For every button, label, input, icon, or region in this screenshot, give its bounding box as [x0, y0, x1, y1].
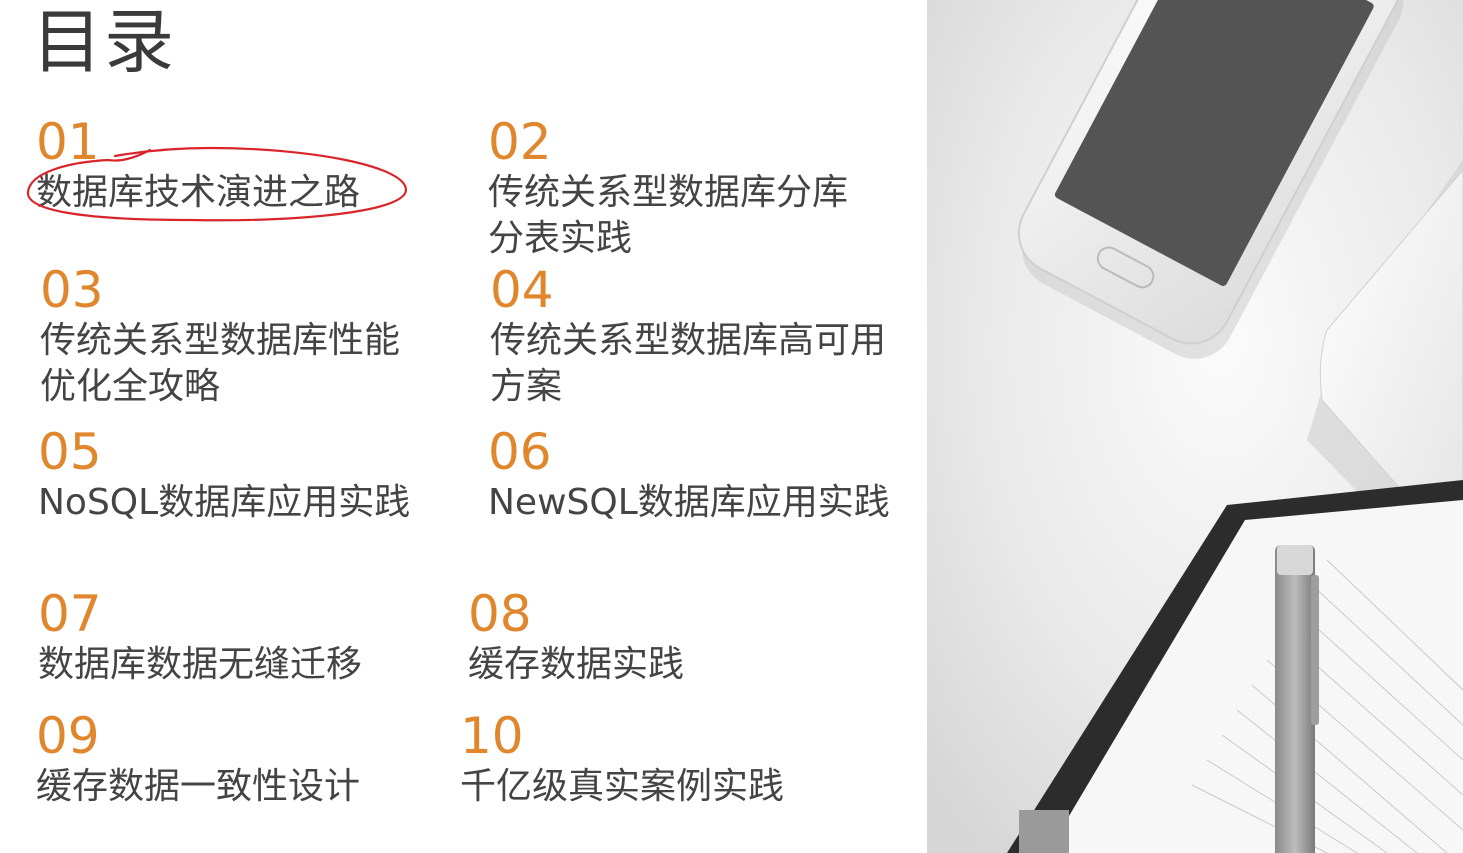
toc-item-01: 01 数据库技术演进之路 — [36, 114, 360, 216]
toc-label: NoSQL数据库应用实践 — [38, 482, 411, 523]
pen-shape — [1275, 545, 1319, 853]
toc-label: 数据库技术演进之路 — [36, 172, 361, 213]
toc-slide: 目录 01 数据库技术演进之路 02 传统关系型数据库分库分表实践 03 传统关… — [0, 0, 1463, 853]
toc-item-09: 09 缓存数据一致性设计 — [36, 708, 360, 810]
toc-number: 05 — [38, 423, 102, 481]
toc-number: 08 — [468, 585, 532, 643]
toc-label: 千亿级真实案例实践 — [460, 766, 785, 807]
toc-item-10: 10 千亿级真实案例实践 — [460, 708, 784, 810]
toc-label: 传统关系型数据库性能优化全攻略 — [40, 320, 401, 407]
toc-label: 传统关系型数据库分库分表实践 — [488, 172, 849, 259]
toc-number: 02 — [488, 113, 552, 171]
toc-item-08: 08 缓存数据实践 — [468, 586, 684, 688]
toc-label: NewSQL数据库应用实践 — [488, 482, 890, 523]
toc-label: 数据库数据无缝迁移 — [38, 644, 363, 685]
toc-number: 03 — [40, 261, 104, 319]
toc-item-02: 02 传统关系型数据库分库分表实践 — [488, 114, 848, 262]
toc-item-06: 06 NewSQL数据库应用实践 — [488, 424, 890, 526]
desk-photo-image — [927, 0, 1463, 853]
toc-item-05: 05 NoSQL数据库应用实践 — [38, 424, 410, 526]
toc-number: 10 — [460, 707, 524, 765]
toc-number: 01 — [36, 113, 100, 171]
toc-item-07: 07 数据库数据无缝迁移 — [38, 586, 362, 688]
toc-number: 09 — [36, 707, 100, 765]
toc-label: 缓存数据一致性设计 — [36, 766, 361, 807]
toc-number: 07 — [38, 585, 102, 643]
toc-item-03: 03 传统关系型数据库性能优化全攻略 — [40, 262, 400, 410]
toc-number: 06 — [488, 423, 552, 481]
page-title: 目录 — [32, 1, 176, 83]
toc-label: 缓存数据实践 — [468, 644, 685, 685]
toc-label: 传统关系型数据库高可用方案 — [490, 320, 887, 407]
toc-number: 04 — [490, 261, 554, 319]
toc-item-04: 04 传统关系型数据库高可用方案 — [490, 262, 920, 410]
